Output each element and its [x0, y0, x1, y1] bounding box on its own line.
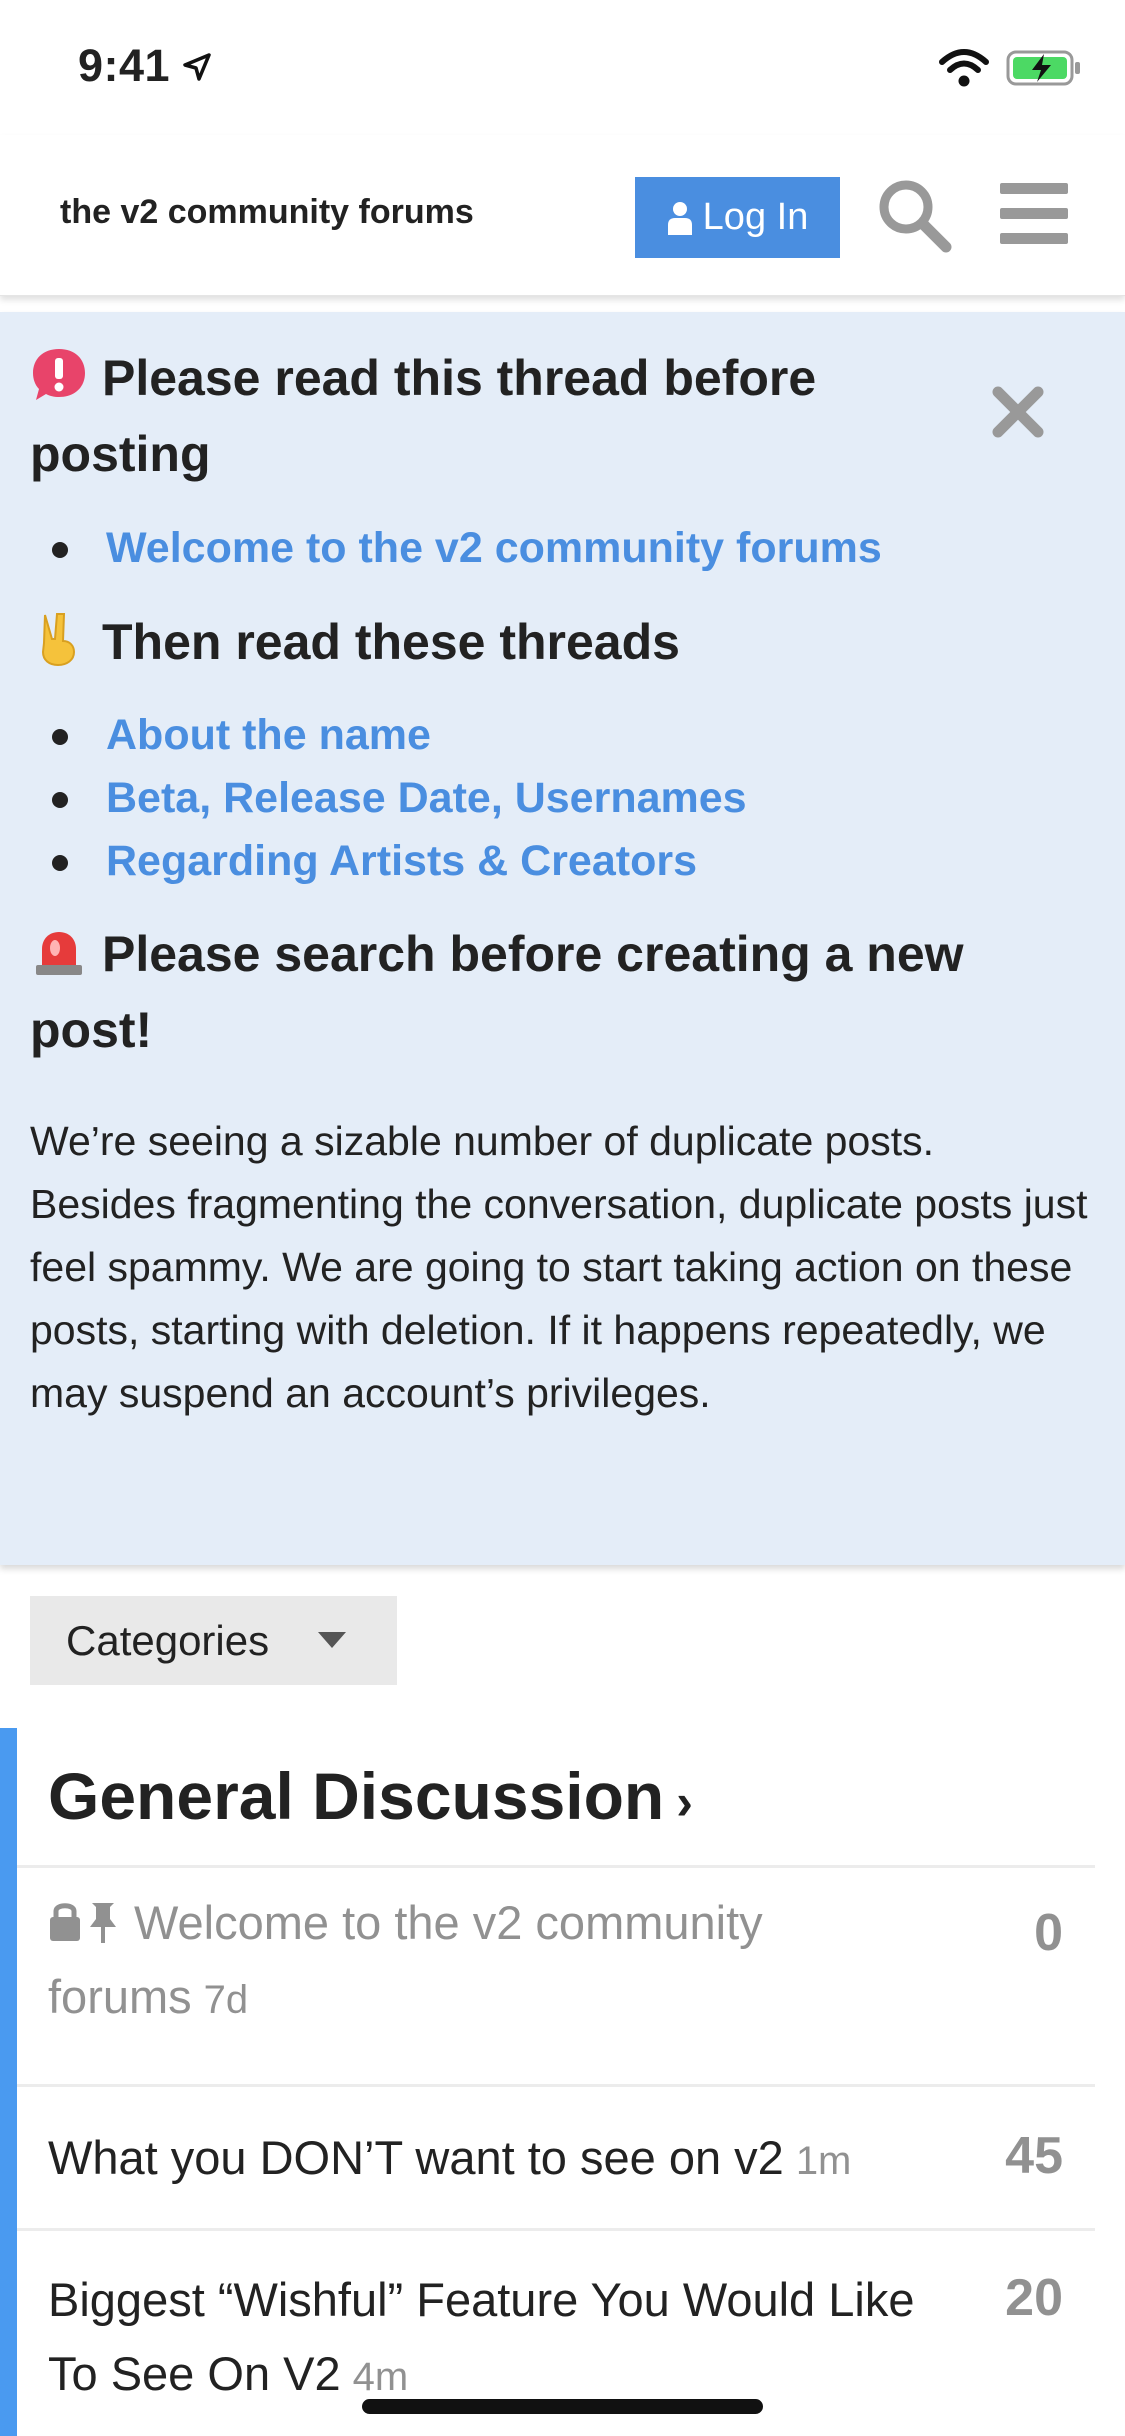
banner-heading1-text: Please read this thread before posting [30, 350, 817, 482]
banner-paragraph: We’re seeing a sizable number of duplica… [30, 1118, 1088, 1416]
topic-age: 4m [352, 2355, 409, 2399]
status-bar: 9:41 [0, 0, 1125, 135]
banner-link-about-name[interactable]: About the name [30, 704, 747, 767]
topic-title: Welcome to the v2 community forums [48, 1896, 763, 2023]
site-title[interactable]: the v2 community forums [60, 193, 474, 232]
banner-heading-read-thread: Please read this thread before posting [30, 340, 930, 492]
banner-list-primary: Welcome to the v2 community forums [30, 517, 882, 580]
category-title-text: General Discussion [48, 1759, 665, 1833]
siren-icon [36, 932, 82, 975]
category-color-bar [0, 1728, 17, 2436]
site-header: the v2 community forums Log In [0, 135, 1125, 296]
topic-age: 1m [795, 2139, 852, 2183]
status-time: 9:41 [78, 40, 171, 91]
banner-link-welcome[interactable]: Welcome to the v2 community forums [30, 517, 882, 580]
banner-heading2-text: Then read these threads [102, 614, 680, 670]
lock-pin-icon [50, 1903, 116, 1943]
topic-age: 7d [203, 1978, 249, 2022]
row-divider [17, 2084, 1095, 2087]
category-title[interactable]: General Discussion › [48, 1758, 693, 1834]
user-icon [667, 201, 692, 235]
banner-heading-then-read: Then read these threads [30, 604, 680, 680]
victory-hand-icon [41, 613, 76, 667]
topic-row-welcome[interactable]: Welcome to the v2 community forums 7d [48, 1886, 878, 2037]
banner-link-artists-creators[interactable]: Regarding Artists & Creators [30, 830, 747, 893]
wifi-icon [939, 49, 989, 87]
login-button[interactable]: Log In [635, 177, 840, 258]
banner-link-beta-release[interactable]: Beta, Release Date, Usernames [30, 767, 747, 830]
search-icon[interactable] [874, 175, 954, 255]
topic-title: What you DON’T want to see on v2 [48, 2131, 784, 2184]
caret-down-icon [318, 1632, 346, 1648]
home-indicator[interactable] [362, 2399, 763, 2414]
row-divider [17, 2228, 1095, 2231]
exclamation-bubble-icon [33, 349, 85, 400]
categories-label: Categories [66, 1616, 270, 1664]
topic-reply-count: 45 [1005, 2127, 1063, 2185]
banner-list-threads: About the name Beta, Release Date, Usern… [30, 704, 747, 893]
topic-reply-count: 20 [1005, 2269, 1063, 2327]
banner-heading-search-first: Please search before creating a new post… [30, 916, 1090, 1068]
announcement-banner: Please read this thread before posting W… [0, 312, 1125, 1565]
topic-row-dont-want[interactable]: What you DON’T want to see on v2 1m [48, 2121, 948, 2198]
login-label: Log In [702, 196, 809, 238]
location-arrow-icon [183, 53, 211, 81]
banner-heading3-text: Please search before creating a new post… [30, 926, 964, 1058]
row-divider [17, 1865, 1095, 1868]
chevron-right-icon: › [676, 1774, 693, 1830]
topic-title: Biggest “Wishful” Feature You Would Like… [48, 2273, 915, 2400]
topic-reply-count: 0 [1034, 1904, 1063, 1962]
categories-dropdown[interactable]: Categories [30, 1596, 397, 1685]
hamburger-menu-icon[interactable] [998, 181, 1070, 247]
battery-charging-icon [1006, 50, 1080, 86]
close-icon[interactable] [990, 384, 1046, 440]
category-section: General Discussion › Welcome to the v2 co… [0, 1728, 1125, 2436]
topic-row-wishful[interactable]: Biggest “Wishful” Feature You Would Like… [48, 2263, 928, 2414]
